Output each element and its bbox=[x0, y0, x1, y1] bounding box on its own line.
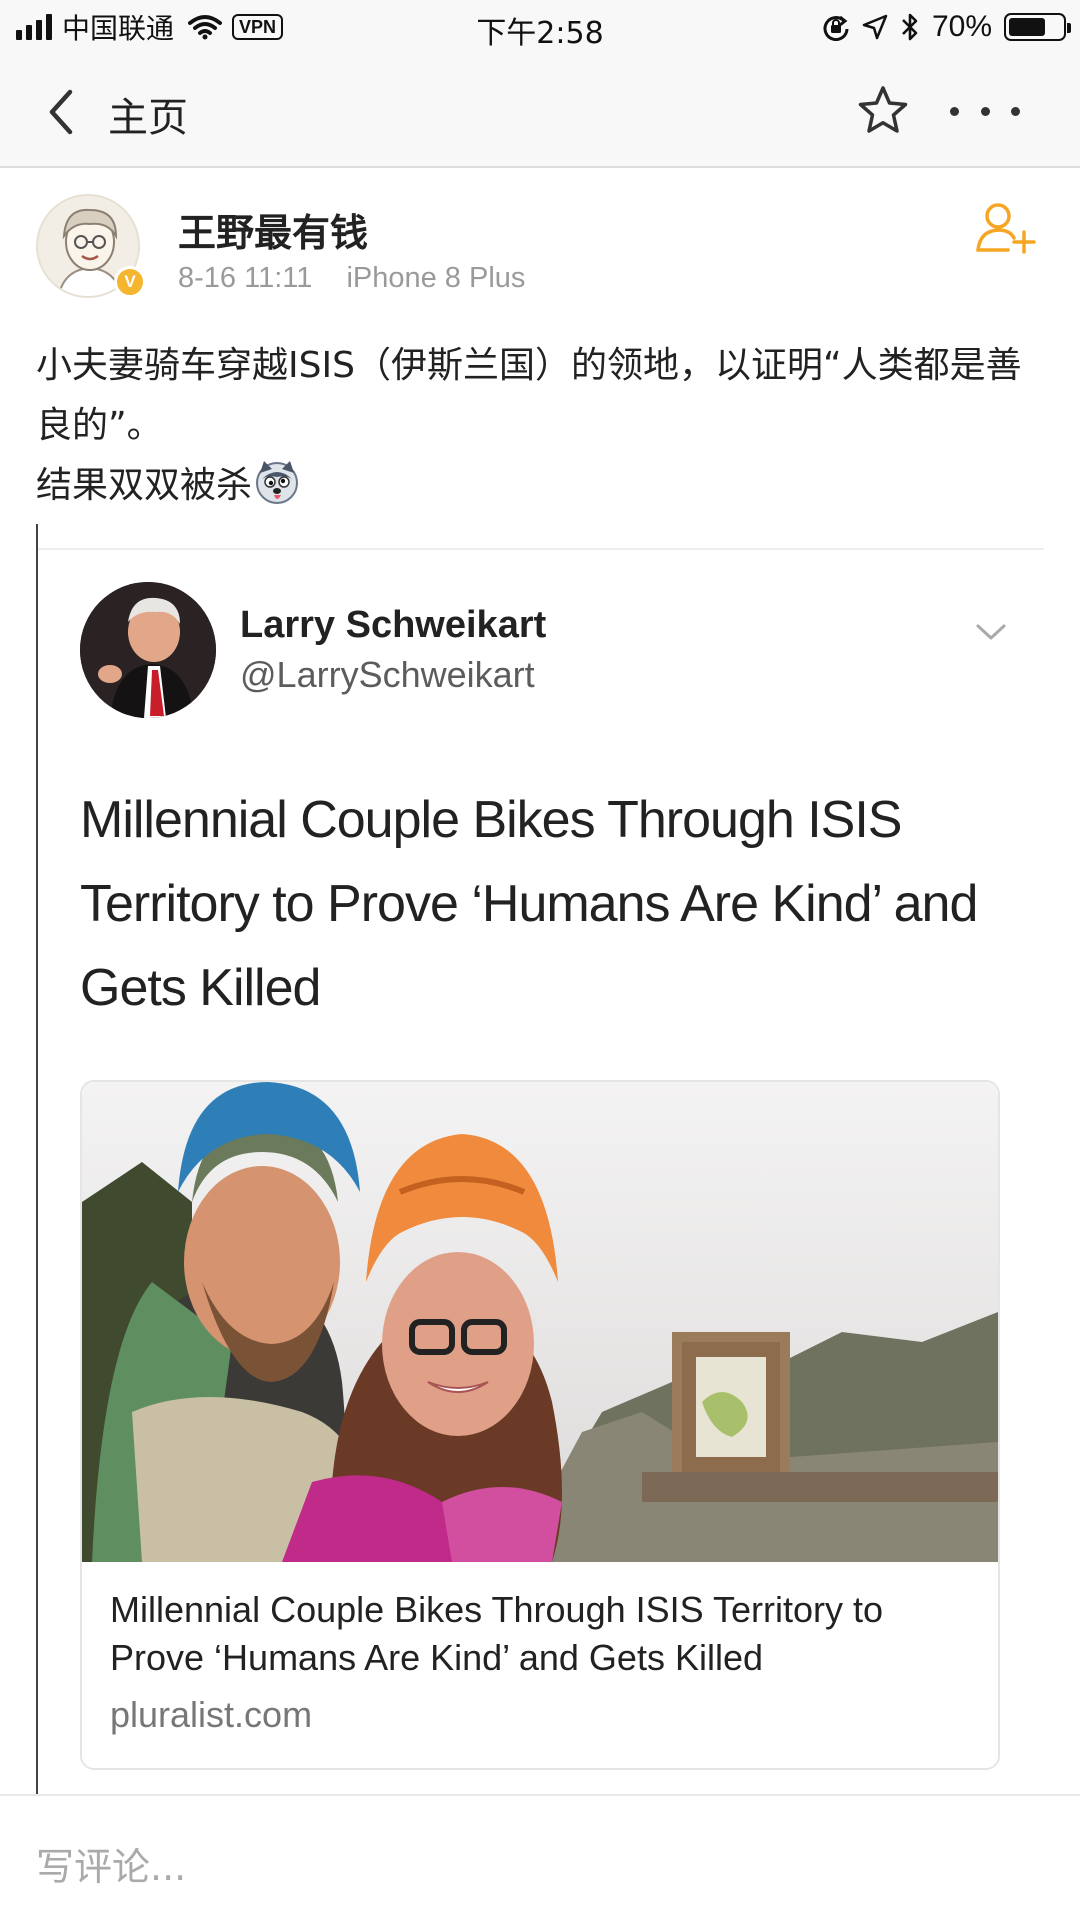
post-device: iPhone 8 Plus bbox=[346, 262, 526, 294]
link-preview-title: Millennial Couple Bikes Through ISIS Ter… bbox=[110, 1589, 884, 1678]
follow-button[interactable] bbox=[974, 200, 1038, 256]
nav-bar: 主页 bbox=[0, 54, 1080, 168]
tweet-headline: Millennial Couple Bikes Through ISIS Ter… bbox=[80, 791, 978, 1017]
more-button[interactable] bbox=[950, 84, 1020, 138]
nav-title[interactable]: 主页 bbox=[108, 85, 188, 143]
location-icon bbox=[862, 14, 888, 40]
back-button[interactable] bbox=[40, 82, 100, 142]
tweet-author-avatar bbox=[80, 582, 216, 718]
battery-icon bbox=[1004, 13, 1071, 41]
verified-badge: V bbox=[114, 266, 146, 298]
chevron-down-icon bbox=[976, 624, 1006, 640]
more-icon bbox=[950, 106, 959, 116]
comment-bar: 写评论... bbox=[0, 1794, 1080, 1920]
post-time: 8-16 11:11 bbox=[178, 262, 313, 294]
post-text-line: 小夫妻骑车穿越ISIS（伊斯兰国）的领地，以证明“人类都是善良的”。 bbox=[36, 345, 1022, 446]
back-chevron-icon bbox=[49, 89, 73, 135]
post-meta: 8-16 11:11 iPhone 8 Plus bbox=[178, 262, 525, 295]
dog-emoji-icon bbox=[256, 461, 299, 504]
link-preview-card: Millennial Couple Bikes Through ISIS Ter… bbox=[80, 1080, 1000, 1770]
quoted-tweet-image[interactable]: Larry Schweikart @LarrySchweikart Millen… bbox=[38, 548, 1044, 1794]
comment-input[interactable]: 写评论... bbox=[36, 1836, 186, 1891]
bluetooth-icon bbox=[902, 13, 918, 41]
battery-percent: 70% bbox=[931, 10, 992, 43]
link-preview-photo bbox=[82, 1082, 998, 1562]
post-text: 小夫妻骑车穿越ISIS（伊斯兰国）的领地，以证明“人类都是善良的”。 结果双双被… bbox=[36, 336, 1036, 516]
tweet-author-name: Larry Schweikart bbox=[240, 604, 547, 646]
link-preview-domain: pluralist.com bbox=[110, 1694, 313, 1735]
post-text-line-2: 结果双双被杀 bbox=[36, 465, 253, 506]
star-icon bbox=[858, 86, 908, 133]
post-text-line: 结果双双被杀 bbox=[36, 456, 1036, 516]
status-bar: 中国联通 VPN 下午2:58 70% bbox=[0, 0, 1080, 54]
tweet-author-handle: @LarrySchweikart bbox=[240, 654, 535, 695]
lock-rotation-icon bbox=[823, 15, 849, 41]
author-name[interactable]: 王野最有钱 bbox=[178, 202, 368, 257]
favorite-button[interactable] bbox=[856, 84, 910, 138]
add-friend-icon bbox=[976, 203, 1036, 254]
